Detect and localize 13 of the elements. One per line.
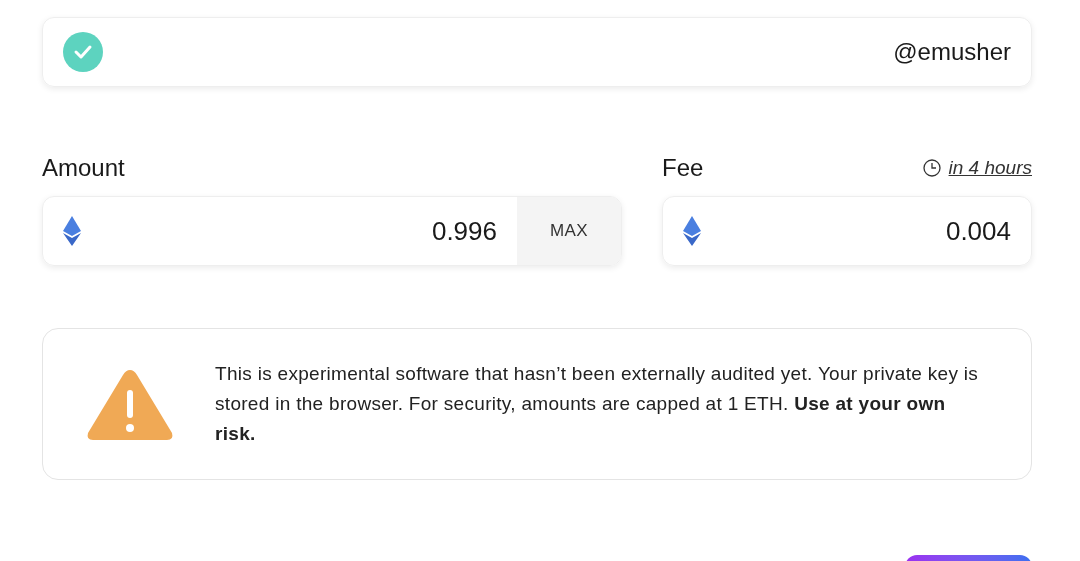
recipient-handle: @emusher (893, 37, 1011, 67)
ethereum-icon (63, 216, 81, 246)
max-button[interactable]: MAX (517, 197, 621, 265)
fee-value: 0.004 (944, 214, 1011, 248)
clock-icon (922, 159, 941, 177)
warning-text: This is experimental software that hasn’t been externally audited yet. Your private key is stored in the browser. For security, amounts are capped at 1 ETH. Use at your own risk. (215, 362, 980, 446)
amount-field[interactable]: 0.996 MAX (42, 196, 622, 266)
fee-field[interactable]: 0.004 (662, 196, 1032, 266)
timing-link[interactable]: in 4 hours (948, 153, 1032, 183)
ethereum-icon (683, 216, 701, 246)
amount-label: Amount (42, 153, 126, 183)
amount-value: 0.996 (430, 214, 498, 248)
fee-label: Fee (662, 153, 704, 183)
